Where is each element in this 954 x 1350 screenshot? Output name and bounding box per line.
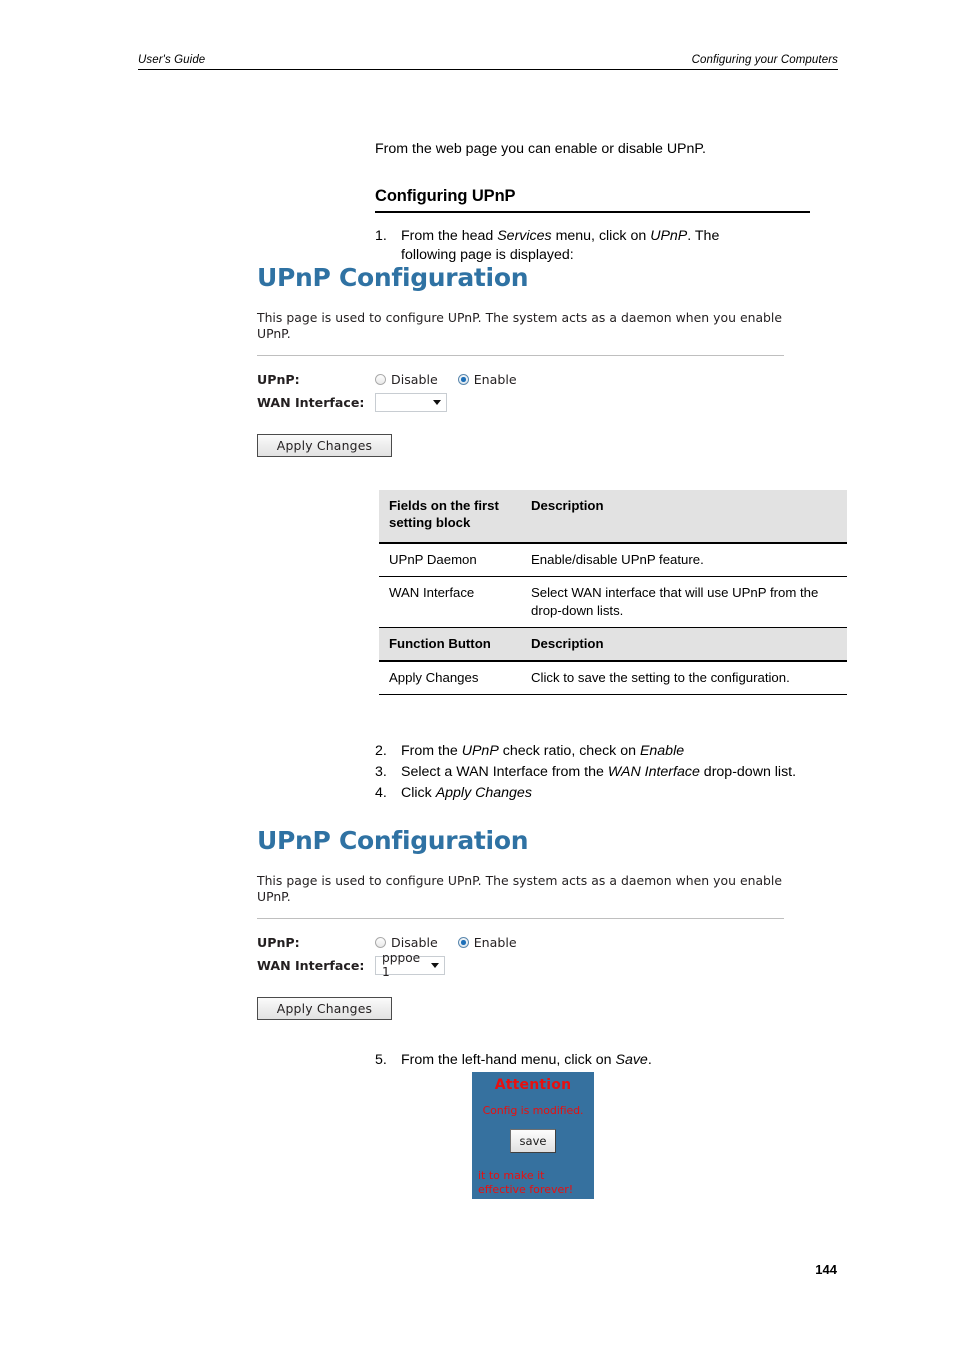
table-cell: Enable/disable UPnP feature. [521,543,847,578]
wan-interface-row: WAN Interface: pppoe 1 [257,951,797,979]
table-header-cell: Fields on the first setting block [379,490,521,545]
radio-button-icon[interactable] [375,373,386,385]
step-text-part: drop-down list. [699,763,797,780]
list-item: 2. From the UPnP check ratio, check on E… [375,742,825,761]
wan-interface-select[interactable]: pppoe 1 [375,951,445,979]
step-text-part: check ratio, check on [498,743,640,759]
list-item: 5. From the left-hand menu, click on Sav… [375,1051,825,1070]
step-emphasis: UPnP [650,228,688,244]
steps-list-middle: 2. From the UPnP check ratio, check on E… [375,742,825,805]
upnp-radio-group[interactable]: Disable Enable [375,935,537,950]
table-row: WAN Interface Select WAN interface that … [379,576,847,628]
step-text: From the UPnP check ratio, check on Enab… [401,742,825,761]
table-header-cell: Description [521,490,847,545]
running-header: User's Guide Configuring your Computers [138,54,838,70]
radio-button-icon[interactable] [375,936,386,948]
attention-footer: it to make it effective forever! [478,1169,574,1196]
list-item: 1. From the head Services menu, click on… [375,227,775,265]
save-button[interactable]: save [510,1129,556,1153]
list-item: 3. Select a WAN Interface from the WAN I… [375,763,825,782]
table-header-row: Function Button Description [379,627,847,662]
step-emphasis: Save [615,1052,648,1068]
intro-paragraph: From the web page you can enable or disa… [375,141,706,157]
divider [257,917,784,919]
table-cell: UPnP Daemon [379,543,521,578]
table-header-cell: Function Button [379,627,521,662]
wan-interface-label: WAN Interface: [257,394,365,410]
step-text-part: From the left-hand menu, click on [401,1052,616,1068]
step-emphasis: Apply Changes [435,784,532,801]
upnp-radio-row: UPnP: Disable Enable [257,931,797,954]
upnp-config-screenshot-1: UPnP Configuration This page is used to … [257,263,797,457]
radio-disable[interactable]: Disable [375,935,438,950]
attention-message: Config is modified. [482,1104,584,1117]
webui-title: UPnP Configuration [257,263,529,292]
step-text: Click Apply Changes [401,784,825,803]
header-right-text: Configuring your Computers [691,54,838,66]
table-row: UPnP Daemon Enable/disable UPnP feature. [379,543,847,578]
section-heading: Configuring UPnP [375,187,810,214]
step-number: 3. [375,763,387,780]
list-item: 4. Click Apply Changes [375,784,825,803]
step-emphasis: WAN Interface [607,763,700,780]
step-text-part: . [647,1052,652,1068]
table-row: Apply Changes Click to save the setting … [379,660,847,696]
apply-changes-button[interactable]: Apply Changes [257,433,392,457]
radio-disable-label: Disable [391,934,438,950]
step-text-part: From the [401,743,462,759]
step-text: From the left-hand menu, click on Save. [401,1051,825,1070]
table-cell: WAN Interface [379,576,521,628]
header-left-text: User's Guide [138,54,206,66]
attention-dialog: Attention Config is modified. save it to… [472,1072,594,1199]
table-header-cell: Description [521,627,847,662]
radio-enable-label: Enable [473,934,517,950]
upnp-radio-group[interactable]: Disable Enable [375,372,537,387]
page-number: 144 [815,1262,837,1277]
table-cell: Apply Changes [379,660,521,696]
upnp-radio-row: UPnP: Disable Enable [257,368,797,391]
chevron-down-icon [433,399,441,405]
step-text: From the head Services menu, click on UP… [401,227,775,265]
table-cell: Click to save the setting to the configu… [521,660,847,696]
radio-disable-label: Disable [391,371,438,387]
steps-list-first: 1. From the head Services menu, click on… [375,227,775,267]
apply-changes-button[interactable]: Apply Changes [257,996,392,1020]
step-number: 1. [375,228,387,244]
wan-interface-select[interactable] [375,392,447,412]
step-emphasis: UPnP [461,743,499,759]
step-text-part: Click [401,784,436,801]
wan-interface-row: WAN Interface: [257,391,797,414]
step-number: 5. [375,1052,387,1068]
step-text-part: From the head [401,228,498,244]
radio-enable[interactable]: Enable [457,371,517,387]
step-number: 2. [375,743,387,759]
steps-list-last: 5. From the left-hand menu, click on Sav… [375,1051,825,1072]
upnp-label: UPnP: [257,934,300,950]
step-emphasis: Enable [639,743,685,759]
attention-title: Attention [494,1077,572,1093]
chevron-down-icon [431,962,439,968]
radio-enable[interactable]: Enable [457,934,517,950]
intro-block: From the web page you can enable or disa… [375,140,845,214]
table-cell: Select WAN interface that will use UPnP … [521,576,847,628]
webui-description: This page is used to configure UPnP. The… [257,310,782,342]
upnp-label: UPnP: [257,371,300,387]
step-text: Select a WAN Interface from the WAN Inte… [401,763,825,782]
divider [257,354,784,356]
step-number: 4. [375,784,387,801]
wan-interface-value: pppoe 1 [382,951,421,980]
wan-interface-label: WAN Interface: [257,957,365,973]
radio-button-selected-icon[interactable] [457,936,469,948]
radio-disable[interactable]: Disable [375,372,438,387]
webui-description: This page is used to configure UPnP. The… [257,873,782,905]
step-text-part: Select a WAN Interface from the [401,763,608,780]
radio-button-selected-icon[interactable] [457,373,469,385]
step-emphasis: Services [497,228,552,244]
upnp-config-screenshot-2: UPnP Configuration This page is used to … [257,826,797,1020]
radio-enable-label: Enable [473,371,517,387]
reference-table: Fields on the first setting block Descri… [379,490,847,696]
webui-title: UPnP Configuration [257,826,529,855]
step-text-part: menu, click on [551,228,651,244]
table-header-row: Fields on the first setting block Descri… [379,490,847,545]
